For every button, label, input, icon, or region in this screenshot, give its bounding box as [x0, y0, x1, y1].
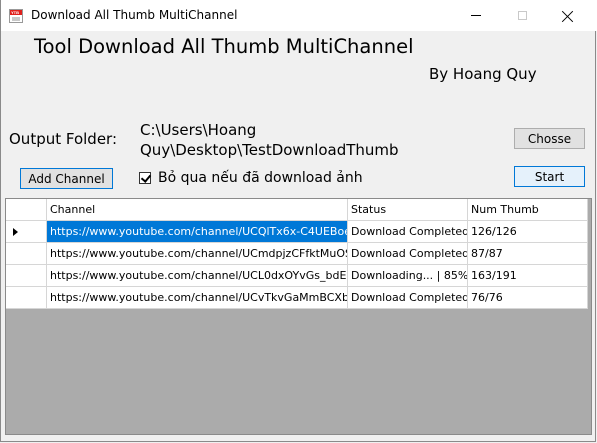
row-header-corner[interactable]	[6, 199, 47, 221]
row-header[interactable]	[6, 265, 47, 287]
check-icon	[140, 172, 152, 183]
row-header[interactable]	[6, 287, 47, 309]
num-thumb-cell[interactable]: 126/126	[468, 221, 588, 243]
channel-grid[interactable]: Channel Status Num Thumb https://www.you…	[5, 198, 592, 435]
author-label: By Hoang Quy	[429, 65, 537, 83]
minimize-button[interactable]	[453, 0, 499, 31]
channel-cell[interactable]: https://www.youtube.com/channel/UCvTkvGa…	[47, 287, 348, 309]
current-row-icon	[13, 228, 18, 236]
page-title: Tool Download All Thumb MultiChannel	[34, 35, 414, 58]
num-thumb-cell[interactable]: 163/191	[468, 265, 588, 287]
table-row[interactable]: https://www.youtube.com/channel/UCvTkvGa…	[6, 287, 588, 309]
skip-downloaded-label: Bỏ qua nếu đã download ảnh	[158, 170, 363, 186]
window-title: Download All Thumb MultiChannel	[31, 8, 238, 22]
minimize-icon	[471, 15, 481, 16]
checkbox-box[interactable]	[139, 172, 152, 184]
add-channel-button[interactable]: Add Channel	[20, 168, 113, 189]
column-header-channel[interactable]: Channel	[47, 199, 348, 221]
app-icon-label: YTB	[11, 10, 19, 15]
skip-downloaded-checkbox[interactable]: Bỏ qua nếu đã download ảnh	[139, 170, 363, 186]
num-thumb-cell[interactable]: 76/76	[468, 287, 588, 309]
status-cell[interactable]: Download Completed	[348, 221, 468, 243]
app-window: YTB Download All Thumb MultiChannel Tool…	[0, 0, 597, 442]
chosse-button[interactable]: Chosse	[514, 128, 585, 149]
status-cell[interactable]: Download Completed	[348, 287, 468, 309]
column-header-num-thumb[interactable]: Num Thumb	[468, 199, 588, 221]
status-cell[interactable]: Download Completed	[348, 243, 468, 265]
row-header[interactable]	[6, 221, 47, 243]
column-header-status[interactable]: Status	[348, 199, 468, 221]
title-bar[interactable]: YTB Download All Thumb MultiChannel	[1, 0, 597, 31]
table-row[interactable]: https://www.youtube.com/channel/UCQlTx6x…	[6, 221, 588, 243]
table-row[interactable]: https://www.youtube.com/channel/UCL0dxOY…	[6, 265, 588, 287]
grid-header-row: Channel Status Num Thumb	[6, 199, 588, 221]
maximize-button	[499, 0, 545, 31]
close-icon	[562, 10, 574, 22]
status-cell[interactable]: Downloading... | 85%	[348, 265, 468, 287]
start-button[interactable]: Start	[514, 166, 585, 187]
row-header[interactable]	[6, 243, 47, 265]
channel-cell[interactable]: https://www.youtube.com/channel/UCmdpjzC…	[47, 243, 348, 265]
num-thumb-cell[interactable]: 87/87	[468, 243, 588, 265]
close-button[interactable]	[545, 0, 591, 31]
output-folder-path: C:\Users\Hoang Quy\Desktop\TestDownloadT…	[140, 121, 399, 159]
maximize-icon	[517, 11, 527, 20]
app-icon: YTB	[9, 9, 23, 23]
output-folder-label: Output Folder:	[9, 130, 118, 148]
channel-cell[interactable]: https://www.youtube.com/channel/UCL0dxOY…	[47, 265, 348, 287]
channel-cell[interactable]: https://www.youtube.com/channel/UCQlTx6x…	[47, 221, 348, 243]
table-row[interactable]: https://www.youtube.com/channel/UCmdpjzC…	[6, 243, 588, 265]
